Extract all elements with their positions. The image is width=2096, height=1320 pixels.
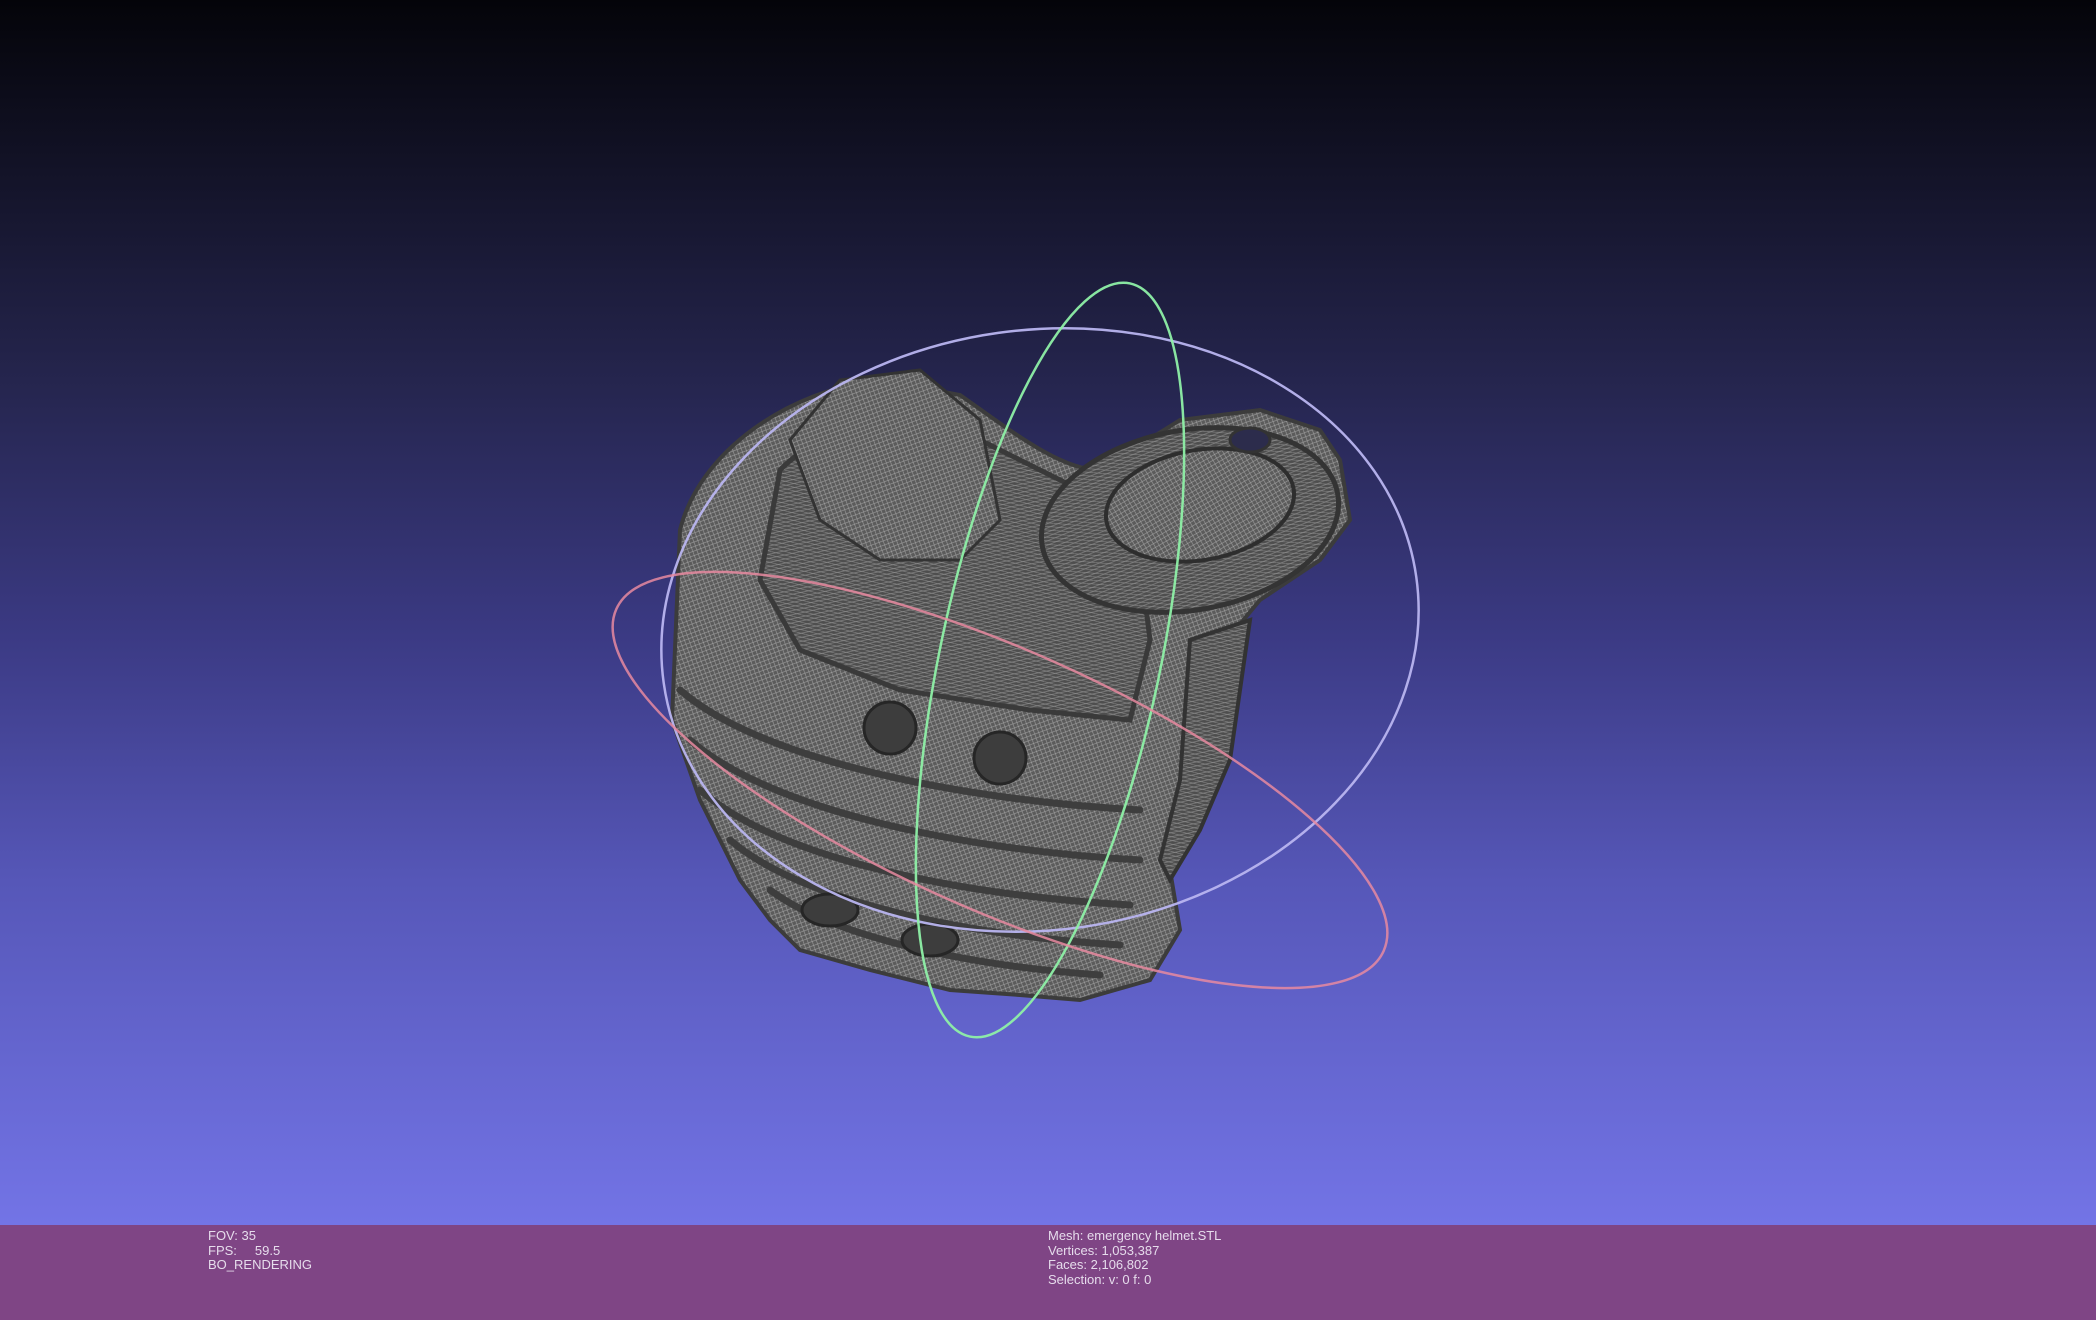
- fov-label: FOV:: [208, 1228, 238, 1243]
- fov-value: 35: [241, 1228, 256, 1243]
- mesh-name: Mesh: emergency helmet.STL: [1048, 1228, 1222, 1243]
- render-mode: BO_RENDERING: [208, 1257, 313, 1273]
- fps-row: FPS: 59.5: [208, 1242, 312, 1259]
- helmet-mesh: [669, 368, 1353, 1003]
- vertex-count: Vertices: 1,053,387: [1048, 1242, 1160, 1258]
- face-count: Faces: 2,106,802: [1048, 1257, 1149, 1273]
- render-info: FOV: 35 FPS: 59.5 BO_RENDERING: [208, 1228, 313, 1273]
- fps-label: FPS:: [208, 1242, 237, 1258]
- selection-info: Selection: v: 0 f: 0: [1048, 1271, 1152, 1287]
- fps-value: 59.5: [254, 1242, 281, 1258]
- 3d-viewport[interactable]: [0, 0, 2096, 1225]
- status-info-bar: FOV: 35 FPS: 59.5 BO_RENDERING Mesh: emer…: [0, 1225, 2096, 1320]
- mesh-info: Mesh: emergency helmet.STL Vertices: 1,0…: [1048, 1228, 1222, 1287]
- fov-row: FOV: 35: [208, 1228, 312, 1244]
- mesh-render[interactable]: [0, 0, 2096, 1225]
